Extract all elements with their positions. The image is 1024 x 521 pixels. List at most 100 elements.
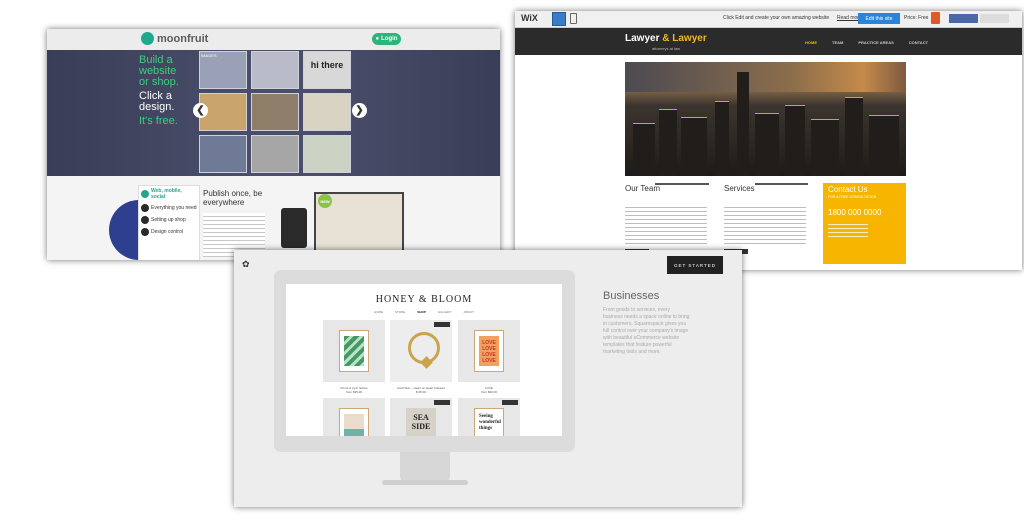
artwork: Seeing wonderful things <box>479 414 501 431</box>
nav-item-home[interactable]: HOME <box>805 40 817 45</box>
chevron-right-icon: ❯ <box>355 105 364 116</box>
feature-icon <box>141 190 149 198</box>
product-image[interactable] <box>390 320 452 382</box>
template-thumbnail[interactable] <box>303 93 351 131</box>
businesses-heading: Businesses <box>603 290 660 302</box>
sale-badge <box>502 400 518 405</box>
store-nav-store[interactable]: STORE <box>395 310 405 314</box>
product-caption: Prints & Lyric Series from $35.00 <box>323 386 385 394</box>
sale-badge <box>434 322 450 327</box>
moonfruit-topbar: moonfruit ● Login <box>47 29 500 50</box>
login-label: Login <box>381 36 398 42</box>
toolbar-message: Click Edit and create your own amazing w… <box>723 15 830 21</box>
nav-item-practice-areas[interactable]: PRACTICE AREAS <box>858 40 893 45</box>
template-thumbnail[interactable] <box>251 93 299 131</box>
picture-frame: LOVE LOVE LOVE LOVE <box>474 330 504 372</box>
google-plus-icon[interactable] <box>980 14 1009 23</box>
monitor-mockup: HONEY & BLOOM HOME STORE SHOP GALLERY ABOUT … <box>274 270 575 452</box>
product-price: from $35.00 <box>345 390 362 394</box>
mobile-view-icon[interactable] <box>570 13 577 24</box>
squarespace-screenshot: ✿ GET STARTED HONEY & BLOOM HOME STORE SHO… <box>234 250 742 507</box>
feature-item[interactable]: Design control <box>139 226 199 238</box>
product-price: $ 68.00 <box>415 390 426 394</box>
template-thumbnail[interactable]: IMAGES <box>199 51 247 89</box>
product-caption: LOVE from $30.00 <box>458 386 520 394</box>
wix-logo[interactable]: WiX <box>521 13 538 23</box>
businesses-description: From goods to services, every business n… <box>603 307 690 355</box>
product-image[interactable]: Seeing wonderful things <box>458 398 520 436</box>
artwork: LOVE LOVE LOVE LOVE <box>479 336 499 366</box>
moonfruit-hero: Build a website or shop. Click a design. It's… <box>47 50 500 215</box>
site-header: Lawyer & Lawyer attorneys at law HOME TEA… <box>515 28 1022 55</box>
feature-item[interactable]: Web, mobile, social <box>139 186 199 202</box>
contact-title: Contact Us <box>828 185 868 194</box>
store-nav-gallery[interactable]: GALLERY <box>438 310 452 314</box>
feature-item[interactable]: Setting up shop <box>139 214 199 226</box>
html5-icon <box>931 12 940 24</box>
feature-item[interactable]: Everything you need <box>139 202 199 214</box>
product-image[interactable] <box>323 320 385 382</box>
contact-box: Contact Us FOR A FREE CONSULTATION 1800 … <box>823 183 906 264</box>
feature-label: Web, mobile, social <box>151 188 182 200</box>
facebook-like-icon[interactable] <box>949 14 978 23</box>
picture-frame: SEA SIDE <box>406 408 436 436</box>
nav-item-team[interactable]: TEAM <box>832 40 843 45</box>
monitor-stand <box>400 452 450 482</box>
moonfruit-screenshot: moonfruit ● Login Build a website or shop.… <box>47 29 500 260</box>
sky <box>625 62 906 92</box>
brand-second: Lawyer <box>672 33 707 44</box>
product-image[interactable]: SEA SIDE <box>390 398 452 436</box>
wix-toolbar: WiX Click Edit and create your own amazi… <box>515 11 1022 28</box>
template-thumbnail[interactable]: hi there <box>303 51 351 89</box>
building <box>811 119 839 176</box>
building <box>785 105 805 176</box>
store-nav-shop[interactable]: SHOP <box>417 310 426 314</box>
picture-frame: Seeing wonderful things <box>474 408 504 436</box>
store-nav-about[interactable]: ABOUT <box>464 310 474 314</box>
team-rule <box>655 183 709 185</box>
services-text <box>724 204 806 244</box>
feature-list: Web, mobile, social Everything you need Se… <box>138 185 200 260</box>
feature-label: Everything you need <box>151 205 197 211</box>
tablet-mockup <box>281 208 307 248</box>
template-thumbnail[interactable] <box>251 51 299 89</box>
edit-site-button[interactable]: Edit this site <box>858 13 900 24</box>
moonfruit-features-section: Web, mobile, social Everything you need Se… <box>47 176 500 260</box>
product-image[interactable]: LOVE LOVE LOVE LOVE <box>458 320 520 382</box>
building <box>715 101 729 176</box>
feature-icon <box>141 216 149 224</box>
product-image[interactable] <box>323 398 385 436</box>
social-buttons[interactable] <box>949 14 1009 23</box>
login-button[interactable]: ● Login <box>372 33 401 45</box>
product-caption: Gold Skin – Heart on Heart bracelet $ 68.… <box>390 386 452 394</box>
gallery-prev-button[interactable]: ❮ <box>193 103 208 118</box>
contact-phone: 1800 000 0000 <box>828 208 882 217</box>
new-badge: NEW <box>318 194 332 208</box>
moonfruit-logo-text: moonfruit <box>157 32 209 45</box>
squarespace-logo-icon[interactable]: ✿ <box>242 259 250 270</box>
sale-badge <box>434 400 450 405</box>
template-thumbnail[interactable] <box>303 135 351 173</box>
nav-item-contact[interactable]: CONTACT <box>909 40 928 45</box>
template-thumbnail[interactable] <box>251 135 299 173</box>
tower-building <box>737 72 749 176</box>
building <box>633 123 655 176</box>
wix-screenshot: WiX Click Edit and create your own amazi… <box>515 11 1022 270</box>
chevron-left-icon: ❮ <box>196 105 205 116</box>
store-nav-home[interactable]: HOME <box>374 310 383 314</box>
moonfruit-logo-icon <box>141 32 154 45</box>
feature-label: Setting up shop <box>151 217 186 223</box>
artwork <box>344 336 364 366</box>
desktop-view-icon[interactable] <box>552 12 566 26</box>
site-tagline: attorneys at law <box>652 46 681 51</box>
site-brand[interactable]: Lawyer & Lawyer <box>625 33 707 44</box>
template-thumbnail[interactable] <box>199 135 247 173</box>
services-heading: Services <box>724 184 755 193</box>
team-heading: Our Team <box>625 184 660 193</box>
gallery-next-button[interactable]: ❯ <box>352 103 367 118</box>
building <box>681 117 707 176</box>
building <box>755 113 779 176</box>
moonfruit-logo[interactable]: moonfruit <box>141 32 208 45</box>
brand-first: Lawyer <box>625 33 660 44</box>
get-started-button[interactable]: GET STARTED <box>667 256 723 274</box>
